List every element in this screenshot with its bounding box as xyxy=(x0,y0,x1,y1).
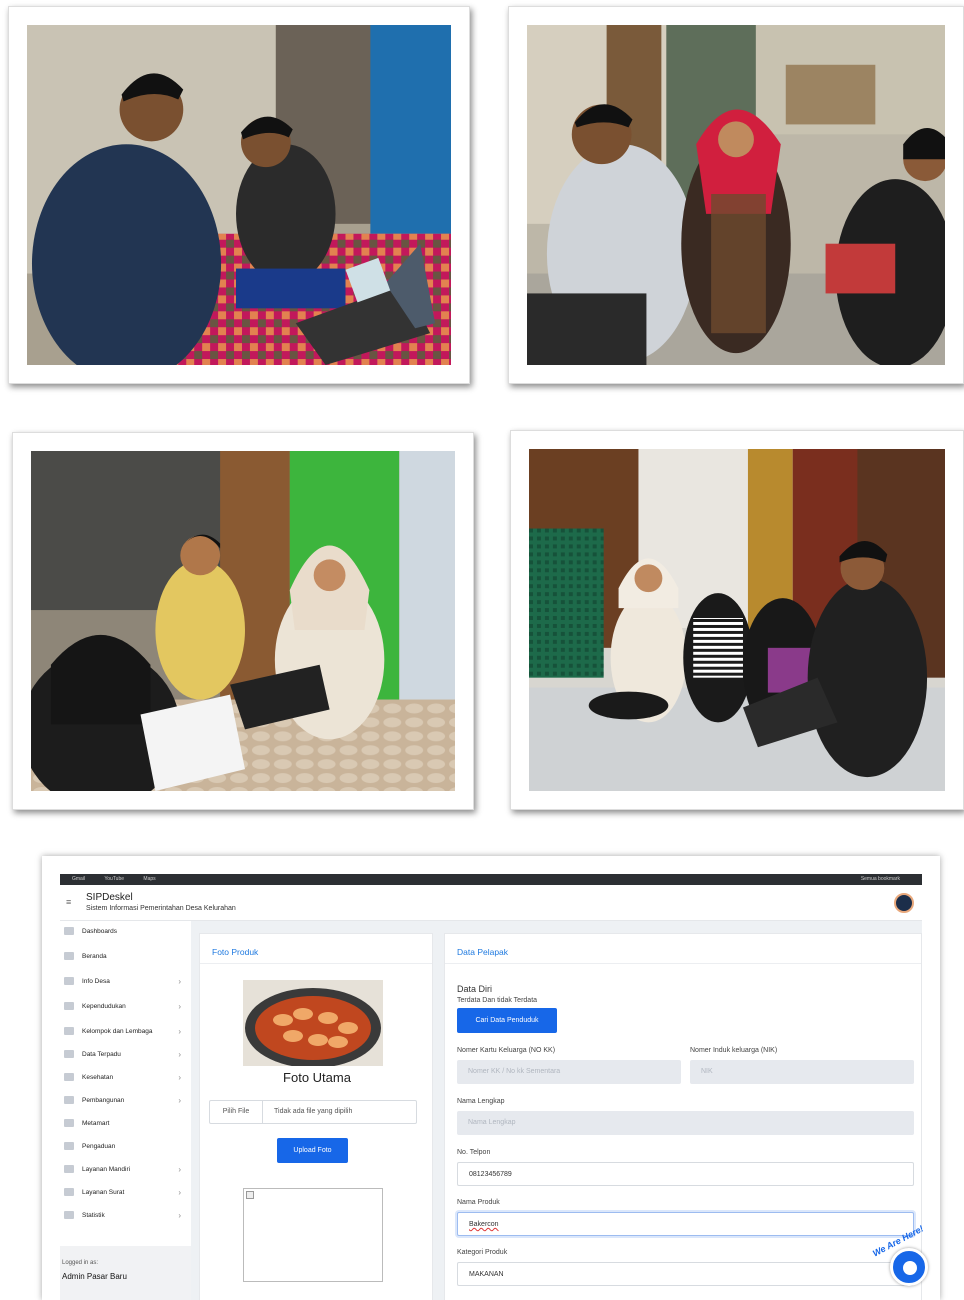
sidebar-item-label: Layanan Surat xyxy=(82,1188,125,1196)
chevron-right-icon: › xyxy=(178,1187,181,1197)
sidebar-item-label: Pengaduan xyxy=(82,1142,116,1150)
sidebar-item[interactable]: Beranda xyxy=(60,946,191,966)
logged-label: Logged in as: xyxy=(62,1260,99,1266)
sidebar-item-label: Metamart xyxy=(82,1119,110,1127)
cari-data-penduduk-button[interactable]: Cari Data Penduduk xyxy=(457,1008,557,1033)
all-bookmarks[interactable]: Semua bookmark xyxy=(861,874,900,885)
sidebar-item-icon xyxy=(64,1211,74,1219)
chat-icon xyxy=(903,1261,917,1275)
photo-veranda-interview xyxy=(508,6,964,384)
kk-label: Nomer Kartu Keluarga (NO KK) xyxy=(457,1047,556,1054)
chevron-right-icon: › xyxy=(178,976,181,986)
sidebar-item-icon xyxy=(64,1096,74,1104)
sidebar-item-icon xyxy=(64,1188,74,1196)
sidebar-item[interactable]: Data Terpadu › xyxy=(60,1044,191,1064)
sidebar-item-label: Beranda xyxy=(82,952,107,960)
sidebar-item-icon xyxy=(64,1142,74,1150)
sidebar-item[interactable]: Kesehatan › xyxy=(60,1067,191,1087)
sidebar-item-label: Layanan Mandiri xyxy=(82,1165,131,1173)
sidebar: Dashboards Beranda Info Desa › Kependudukan ›… xyxy=(60,921,191,1300)
telpon-field[interactable]: 08123456789 xyxy=(457,1162,914,1186)
chat-widget-button[interactable] xyxy=(890,1248,928,1286)
produk-field[interactable]: Bakercon xyxy=(457,1212,914,1236)
choose-file-button[interactable]: Pilih File xyxy=(210,1101,263,1123)
sidebar-item-icon xyxy=(64,1050,74,1058)
file-status: Tidak ada file yang dipilih xyxy=(274,1108,353,1115)
sidebar-item-label: Info Desa xyxy=(82,977,110,985)
bookmark-gmail[interactable]: Gmail xyxy=(72,876,85,882)
sidebar-item[interactable]: Layanan Surat › xyxy=(60,1182,191,1202)
sidebar-item[interactable]: Dashboards xyxy=(60,921,191,941)
app-subtitle: Sistem Informasi Pemerintahan Desa Kelur… xyxy=(86,905,236,912)
avatar[interactable] xyxy=(894,893,914,913)
sidebar-item-icon xyxy=(64,927,74,935)
data-pelapak-card: Data Pelapak Data Diri Terdata Dan tidak… xyxy=(444,933,922,1300)
logged-in-panel: Logged in as: Admin Pasar Baru xyxy=(60,1246,191,1300)
foto-utama-caption: Foto Utama xyxy=(283,1070,351,1085)
kategori-label: Kategori Produk xyxy=(457,1249,508,1256)
bookmark-maps[interactable]: Maps xyxy=(143,876,155,882)
sidebar-item-label: Statistik xyxy=(82,1211,105,1219)
sidebar-item[interactable]: Kelompok dan Lembaga › xyxy=(60,1021,191,1041)
photo-living-room xyxy=(510,430,964,810)
sidebar-item-icon xyxy=(64,1002,74,1010)
photo-doorstep-form xyxy=(12,432,474,810)
sidebar-item-icon xyxy=(64,1027,74,1035)
sidebar-item-label: Data Terpadu xyxy=(82,1050,121,1058)
telpon-label: No. Telpon xyxy=(457,1149,491,1156)
bookmark-youtube[interactable]: YouTube xyxy=(104,876,124,882)
sidebar-item-label: Kelompok dan Lembaga xyxy=(82,1027,153,1035)
sidebar-item[interactable]: Layanan Mandiri › xyxy=(60,1159,191,1179)
kk-field[interactable]: Nomer KK / No kk Sementara xyxy=(457,1060,681,1084)
nik-field[interactable]: NIK xyxy=(690,1060,914,1084)
foto-produk-header: Foto Produk xyxy=(200,934,432,964)
sidebar-item[interactable]: Pembangunan › xyxy=(60,1090,191,1110)
app-title: SIPDeskel xyxy=(86,892,133,903)
upload-foto-button[interactable]: Upload Foto xyxy=(277,1138,348,1163)
foto-produk-card: Foto Produk Foto Utama Pilih File Tidak … xyxy=(199,933,433,1300)
file-input[interactable]: Pilih File Tidak ada file yang dipilih xyxy=(209,1100,417,1124)
chevron-right-icon: › xyxy=(178,1049,181,1059)
chevron-right-icon: › xyxy=(178,1072,181,1082)
sidebar-item-label: Dashboards xyxy=(82,927,118,935)
browser-bookmarks-bar: Gmail YouTube Maps Semua bookmark xyxy=(60,874,922,885)
sidebar-item-icon xyxy=(64,1165,74,1173)
sidebar-item[interactable]: Kependudukan › xyxy=(60,996,191,1016)
sidebar-item[interactable]: Info Desa › xyxy=(60,971,191,991)
sidebar-item-icon xyxy=(64,952,74,960)
chevron-right-icon: › xyxy=(178,1001,181,1011)
sipdeskel-screenshot: Gmail YouTube Maps Semua bookmark ≡ SIPD… xyxy=(42,856,940,1300)
chevron-right-icon: › xyxy=(178,1210,181,1220)
nama-field[interactable]: Nama Lengkap xyxy=(457,1111,914,1135)
chevron-right-icon: › xyxy=(178,1164,181,1174)
broken-image-icon xyxy=(246,1191,254,1199)
data-diri-title: Data Diri xyxy=(457,984,493,994)
nama-label: Nama Lengkap xyxy=(457,1098,505,1105)
sidebar-item-label: Kependudukan xyxy=(82,1002,126,1010)
sidebar-item-icon xyxy=(64,1119,74,1127)
chevron-right-icon: › xyxy=(178,1095,181,1105)
photo-laptop-floor xyxy=(8,6,470,384)
kategori-select[interactable]: MAKANAN xyxy=(457,1262,914,1286)
sidebar-item[interactable]: Statistik › xyxy=(60,1205,191,1225)
chevron-right-icon: › xyxy=(178,1026,181,1036)
data-pelapak-header: Data Pelapak xyxy=(445,934,921,964)
sidebar-item[interactable]: Pengaduan xyxy=(60,1136,191,1156)
sidebar-item-label: Kesehatan xyxy=(82,1073,114,1081)
main-content: Foto Produk Foto Utama Pilih File Tidak … xyxy=(191,921,922,1300)
nik-label: Nomer Induk keluarga (NIK) xyxy=(690,1047,778,1054)
sidebar-item[interactable]: Metamart xyxy=(60,1113,191,1133)
produk-label: Nama Produk xyxy=(457,1199,500,1206)
sidebar-item-label: Pembangunan xyxy=(82,1096,125,1104)
menu-icon[interactable]: ≡ xyxy=(66,897,71,907)
product-photo xyxy=(243,980,383,1066)
sidebar-item-icon xyxy=(64,977,74,985)
logged-user: Admin Pasar Baru xyxy=(62,1272,127,1281)
app-header: ≡ SIPDeskel Sistem Informasi Pemerintaha… xyxy=(60,885,922,921)
data-diri-subtitle: Terdata Dan tidak Terdata xyxy=(457,997,538,1004)
broken-image xyxy=(243,1188,383,1282)
sidebar-item-icon xyxy=(64,1073,74,1081)
